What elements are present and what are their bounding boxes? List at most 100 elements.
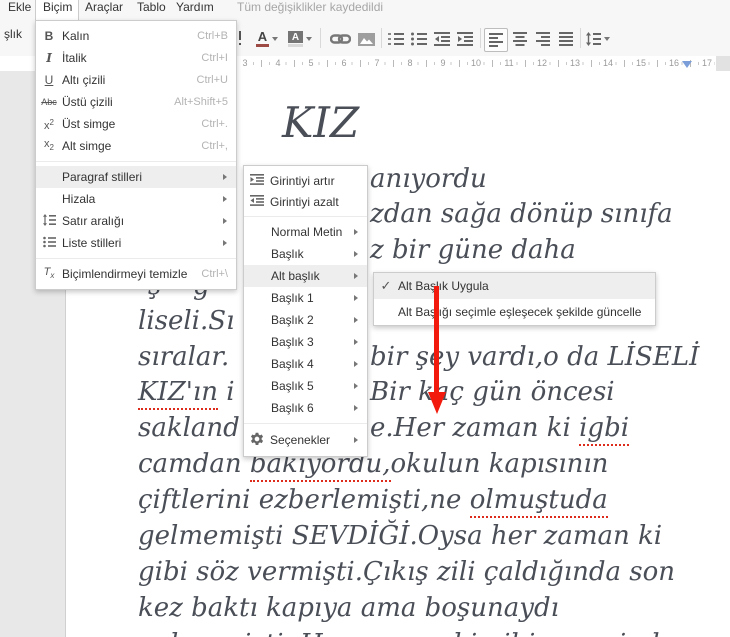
- menu-item-alt-baslik[interactable]: Alt başlık: [244, 265, 367, 287]
- format-menu: B Kalın Ctrl+B I İtalik Ctrl+I U Altı çi…: [35, 20, 237, 290]
- menu-item-label: Satır aralığı: [62, 214, 125, 228]
- numbered-list-button[interactable]: [385, 28, 407, 50]
- italic-icon: I: [46, 51, 52, 65]
- align-center-button[interactable]: [509, 28, 531, 50]
- menu-item-hizala[interactable]: Hizala: [36, 188, 236, 210]
- image-icon: [357, 32, 375, 46]
- menu-item-alt-simge[interactable]: x2 Alt simge Ctrl+,: [36, 135, 236, 157]
- menu-item-alti-cizili[interactable]: U Altı çizili Ctrl+U: [36, 69, 236, 91]
- checkmark-icon: ✓: [380, 278, 392, 293]
- menu-item-ust-simge[interactable]: x2 Üst simge Ctrl+.: [36, 113, 236, 135]
- doc-text: z bir güne daha: [370, 235, 576, 265]
- toolbar-separator: [320, 28, 321, 48]
- chevron-down-icon: [604, 37, 610, 41]
- align-right-button[interactable]: [532, 28, 554, 50]
- submenu-arrow-icon: [223, 217, 227, 224]
- strikethrough-icon: Abc: [41, 96, 57, 107]
- increase-indent-icon: [457, 32, 473, 46]
- menu-item-label: Alt simge: [62, 139, 112, 153]
- menu-item-girintiyi-azalt[interactable]: Girintiyi azalt: [244, 191, 367, 212]
- menu-item-label: Başlık 1: [271, 291, 314, 305]
- misspelled-word: igbi: [579, 413, 630, 446]
- doc-text: gelmemişti. Her zaman ki gibi neşesinden: [138, 629, 692, 637]
- menubar-item-bicim[interactable]: Biçim: [43, 0, 72, 18]
- menu-item-baslik[interactable]: Başlık: [244, 243, 367, 265]
- clear-formatting-icon: Tx: [43, 266, 55, 281]
- menu-item-label: Girintiyi artır: [270, 173, 335, 188]
- chevron-down-icon: [272, 37, 278, 41]
- ruler-number: 6: [340, 58, 348, 69]
- text-color-button[interactable]: A: [252, 28, 282, 50]
- doc-text: e.Her zaman ki: [370, 413, 580, 443]
- menu-item-bicimlendirmeyi-temizle[interactable]: Tx Biçimlendirmeyi temizle Ctrl+\: [36, 263, 236, 285]
- menu-item-baslik-5[interactable]: Başlık 5: [244, 375, 367, 397]
- bulleted-list-button[interactable]: [408, 28, 430, 50]
- indent-marker[interactable]: [682, 61, 692, 68]
- menu-item-baslik-2[interactable]: Başlık 2: [244, 309, 367, 331]
- menu-item-italik[interactable]: I İtalik Ctrl+I: [36, 47, 236, 69]
- list-styles-icon: [36, 236, 62, 251]
- arrow-head-icon: [427, 392, 446, 414]
- menu-item-baslik-4[interactable]: Başlık 4: [244, 353, 367, 375]
- ruler-number: 5: [307, 58, 315, 69]
- menu-shortcut: Alt+Shift+5: [174, 96, 228, 108]
- menu-divider: [36, 161, 236, 162]
- doc-text: okulun kapısının: [390, 449, 609, 479]
- menu-item-kalin[interactable]: B Kalın Ctrl+B: [36, 25, 236, 47]
- menu-item-label: Başlık 2: [271, 313, 314, 327]
- increase-indent-button[interactable]: [454, 28, 476, 50]
- increase-indent-icon: [244, 173, 270, 188]
- menubar-item-yardim[interactable]: Yardım: [176, 0, 214, 18]
- toolbar-separator: [480, 28, 481, 48]
- menubar-item-araclar[interactable]: Araçlar: [85, 0, 123, 18]
- align-left-button[interactable]: [484, 28, 508, 52]
- menu-item-ustu-cizili[interactable]: Abc Üstü çizili Alt+Shift+5: [36, 91, 236, 113]
- menu-item-girintiyi-artir[interactable]: Girintiyi artır: [244, 170, 367, 191]
- menu-item-liste-stilleri[interactable]: Liste stilleri: [36, 232, 236, 254]
- submenu-arrow-icon: [354, 338, 358, 345]
- menu-item-baslik-1[interactable]: Başlık 1: [244, 287, 367, 309]
- submenu-arrow-icon: [354, 250, 358, 257]
- menu-item-baslik-3[interactable]: Başlık 3: [244, 331, 367, 353]
- doc-text: i: [217, 377, 235, 407]
- menu-item-label: Girintiyi azalt: [270, 194, 339, 209]
- styles-dropdown-fragment[interactable]: şlık: [4, 27, 22, 41]
- submenu-arrow-icon: [223, 173, 227, 180]
- numbered-list-icon: [388, 33, 404, 45]
- justify-button[interactable]: [555, 28, 577, 50]
- menu-item-secenekler[interactable]: Seçenekler: [244, 428, 367, 452]
- decrease-indent-button[interactable]: [431, 28, 453, 50]
- doc-text: bir şey vardı,o da LİSELİ: [370, 342, 700, 372]
- misspelled-word: KIZ'ın: [138, 377, 218, 410]
- menu-item-satir-araligi[interactable]: Satır aralığı: [36, 210, 236, 232]
- ruler-end: [716, 56, 730, 71]
- menubar-item-tablo[interactable]: Tablo: [137, 0, 166, 18]
- menu-item-alt-baslik-uygula[interactable]: ✓ Alt Başlık Uygula: [374, 273, 656, 299]
- doc-text: gelmemişti SEVDİĞİ.Oysa her zaman ki: [138, 521, 663, 551]
- decrease-indent-icon: [244, 194, 270, 209]
- partial-toolbar-icon: [239, 31, 241, 40]
- submenu-arrow-icon: [354, 316, 358, 323]
- doc-text: çiftlerini ezberlemişti,ne: [138, 485, 470, 515]
- highlight-color-icon: A: [288, 31, 303, 47]
- menu-item-label: Başlık: [271, 247, 304, 261]
- menu-item-baslik-6[interactable]: Başlık 6: [244, 397, 367, 419]
- highlight-color-button[interactable]: A: [285, 28, 315, 50]
- menu-item-label: Paragraf stilleri: [62, 170, 143, 184]
- insert-link-button[interactable]: [327, 28, 353, 50]
- menu-item-paragraf-stilleri[interactable]: Paragraf stilleri: [36, 166, 236, 188]
- menu-item-alt-basligi-guncelle[interactable]: Alt Başlığı seçimle eşleşecek şekilde gü…: [374, 299, 655, 325]
- menubar-item-ekle[interactable]: Ekle: [8, 0, 31, 18]
- menu-shortcut: Ctrl+U: [196, 74, 228, 86]
- menu-item-normal-metin[interactable]: Normal Metin: [244, 221, 367, 243]
- ruler-number: 7: [373, 58, 381, 69]
- submenu-arrow-icon: [223, 195, 227, 202]
- justify-icon: [559, 32, 573, 46]
- menu-item-label: Altı çizili: [62, 73, 106, 87]
- menu-item-label: Alt Başlık Uygula: [398, 279, 489, 293]
- insert-image-button[interactable]: [353, 28, 379, 50]
- line-spacing-icon: [586, 32, 601, 46]
- line-spacing-button[interactable]: [584, 28, 612, 50]
- partial-toolbar-icon: [239, 43, 241, 45]
- doc-text: sıralar.: [138, 342, 230, 372]
